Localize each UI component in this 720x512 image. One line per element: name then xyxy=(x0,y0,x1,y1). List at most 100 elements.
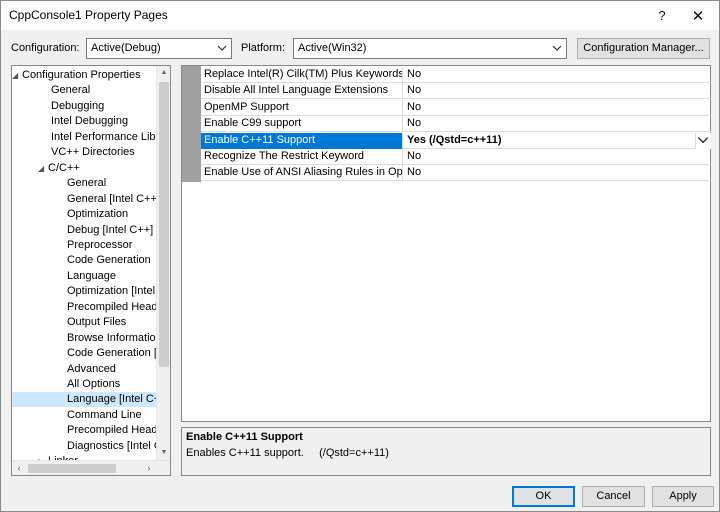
tree-item-label: Code Generation [Ir xyxy=(67,347,156,360)
scroll-thumb[interactable] xyxy=(28,464,116,473)
scroll-up-icon[interactable]: ▲ xyxy=(157,66,170,80)
property-value[interactable]: No xyxy=(404,100,711,116)
tree-item[interactable]: ◢ C/C++ xyxy=(12,161,156,176)
chevron-down-icon xyxy=(552,45,562,51)
tree-item[interactable]: Output Files xyxy=(12,315,156,330)
tree-item[interactable]: General xyxy=(12,176,156,191)
ok-button[interactable]: OK xyxy=(512,486,575,507)
property-value[interactable]: No xyxy=(404,149,711,165)
configuration-label: Configuration: xyxy=(11,42,80,54)
platform-value: Active(Win32) xyxy=(298,42,367,54)
property-name: Enable C++11 Support xyxy=(201,132,403,149)
tree-item-label: C/C++ xyxy=(48,161,80,174)
property-value[interactable]: No xyxy=(404,67,711,83)
tree-item[interactable]: Optimization [Intel xyxy=(12,284,156,299)
tree-item-label: All Options xyxy=(67,378,121,390)
tree-item-label: Intel Performance Libra xyxy=(51,130,156,143)
scroll-right-icon[interactable]: › xyxy=(142,461,156,475)
scroll-thumb[interactable] xyxy=(159,82,169,367)
tree-item[interactable]: All Options xyxy=(12,377,156,392)
scroll-down-icon[interactable]: ▼ xyxy=(157,446,170,460)
tree-item-label: Output Files xyxy=(67,316,127,329)
property-row[interactable]: Enable C++11 Support Yes (/Qstd=c++11) xyxy=(201,132,711,149)
tree-item[interactable]: Debugging xyxy=(12,99,156,114)
tree-item[interactable]: Precompiled Heade xyxy=(12,300,156,315)
configuration-combo[interactable]: Active(Debug) xyxy=(86,38,232,59)
tree-item[interactable]: Intel Debugging xyxy=(12,114,156,129)
property-value[interactable]: No xyxy=(404,116,711,132)
tree-item[interactable]: VC++ Directories xyxy=(12,145,156,160)
property-grid[interactable]: Replace Intel(R) Cilk(TM) Plus Keywords … xyxy=(181,65,711,422)
tree-item[interactable]: Diagnostics [Intel C xyxy=(12,439,156,454)
tree-item-label: Language [Intel C++ xyxy=(67,393,156,406)
property-value[interactable]: No xyxy=(404,83,711,99)
tree-item[interactable]: Intel Performance Libra xyxy=(12,130,156,145)
tree-item-label: Browse Information xyxy=(67,331,156,344)
tree-item[interactable]: General xyxy=(12,83,156,98)
property-row[interactable]: Enable Use of ANSI Aliasing Rules in Opt… xyxy=(201,165,711,182)
configuration-value: Active(Debug) xyxy=(91,42,161,54)
expander-icon[interactable]: ◢ xyxy=(12,68,22,83)
tree-vertical-scrollbar[interactable]: ▲ ▼ xyxy=(156,66,170,460)
property-row[interactable]: Replace Intel(R) Cilk(TM) Plus Keywords … xyxy=(201,67,711,83)
tree-item-label: Command Line xyxy=(67,408,142,421)
tree-horizontal-scrollbar[interactable]: ‹ › xyxy=(12,460,170,475)
tree-item-label: Precompiled Heade xyxy=(67,300,156,313)
tree-item[interactable]: Precompiled Heade xyxy=(12,423,156,438)
tree-item-label: VC++ Directories xyxy=(51,146,135,159)
scroll-left-icon[interactable]: ‹ xyxy=(12,461,26,475)
tree-item-label: Debugging xyxy=(51,99,105,112)
property-tree[interactable]: ◢ Configuration Properties General Debuggin… xyxy=(11,65,171,476)
platform-combo[interactable]: Active(Win32) xyxy=(293,38,567,59)
property-row[interactable]: OpenMP Support No xyxy=(201,99,711,116)
property-name: Recognize The Restrict Keyword xyxy=(201,149,403,165)
tree-item[interactable]: Browse Information xyxy=(12,331,156,346)
tree-item[interactable]: Optimization xyxy=(12,207,156,222)
tree-item-label: Intel Debugging xyxy=(51,115,129,128)
tree-item-label: General xyxy=(51,84,91,97)
tree-item[interactable]: Command Line xyxy=(12,408,156,423)
tree-item[interactable]: Code Generation xyxy=(12,253,156,268)
tree-item[interactable]: ◢ Configuration Properties xyxy=(12,68,156,83)
cancel-button[interactable]: Cancel xyxy=(582,486,645,507)
tree-item-label: General [Intel C++] xyxy=(67,192,156,205)
apply-button[interactable]: Apply xyxy=(652,486,714,507)
property-name: Disable All Intel Language Extensions xyxy=(201,83,403,100)
description-pane: Enable C++11 Support Enables C++11 suppo… xyxy=(181,427,711,476)
tree-item[interactable]: General [Intel C++] xyxy=(12,192,156,207)
tree-item[interactable]: Debug [Intel C++] xyxy=(12,223,156,238)
tree-item-label: Debug [Intel C++] xyxy=(67,223,154,236)
grid-row-header xyxy=(182,66,201,182)
tree-item[interactable]: Advanced xyxy=(12,362,156,377)
property-pages-dialog: CppConsole1 Property Pages ? ✕ Configura… xyxy=(0,0,720,512)
tree-item-label: General xyxy=(67,177,107,190)
property-value[interactable]: Yes (/Qstd=c++11) xyxy=(404,133,711,149)
scroll-corner xyxy=(156,461,170,475)
property-value[interactable]: No xyxy=(404,165,711,181)
title-bar: CppConsole1 Property Pages ? ✕ xyxy=(1,1,719,30)
property-row[interactable]: Enable C99 support No xyxy=(201,116,711,133)
tree-item-label: Advanced xyxy=(67,362,116,375)
tree-item[interactable]: Language [Intel C++ xyxy=(12,392,156,408)
configuration-manager-button[interactable]: Configuration Manager... xyxy=(577,38,710,59)
tree-item[interactable]: Preprocessor xyxy=(12,238,156,253)
tree-item-label: Code Generation xyxy=(67,254,151,267)
tree-item-label: Configuration Properties xyxy=(22,69,141,81)
tree-item[interactable]: Code Generation [Ir xyxy=(12,346,156,361)
chevron-down-icon xyxy=(217,45,227,51)
platform-label: Platform: xyxy=(241,42,286,54)
tree-item-label: Precompiled Heade xyxy=(67,424,156,437)
description-title: Enable C++11 Support xyxy=(186,431,303,443)
chevron-down-icon[interactable] xyxy=(695,132,711,149)
window-title: CppConsole1 Property Pages xyxy=(9,8,168,22)
property-row[interactable]: Recognize The Restrict Keyword No xyxy=(201,149,711,165)
help-button[interactable]: ? xyxy=(645,1,679,30)
tree-item-label: Diagnostics [Intel C xyxy=(67,439,156,452)
close-button[interactable]: ✕ xyxy=(681,1,715,30)
property-name: Enable Use of ANSI Aliasing Rules in Opt… xyxy=(201,165,403,182)
property-row[interactable]: Disable All Intel Language Extensions No xyxy=(201,83,711,100)
tree-item[interactable]: Language xyxy=(12,269,156,284)
tree-item-label: Optimization xyxy=(67,208,129,221)
expander-icon[interactable]: ◢ xyxy=(38,161,48,176)
description-text: Enables C++11 support. (/Qstd=c++11) xyxy=(186,447,389,459)
